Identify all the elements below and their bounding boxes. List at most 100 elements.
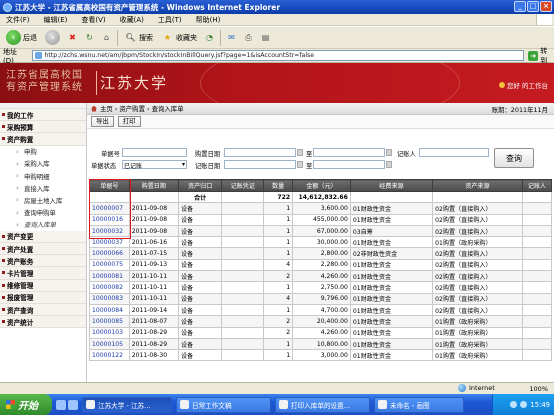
table-row[interactable]: 10000032 2011-09-08 设备 1 67,000.00 03自筹 02购置（直…: [89, 224, 552, 238]
bill-number-link[interactable]: 10000083: [89, 292, 130, 305]
volume-icon[interactable]: [520, 401, 528, 408]
mail-icon[interactable]: ✉: [225, 31, 238, 44]
record-date-to-input[interactable]: [313, 160, 385, 169]
address-input[interactable]: http://zchs.wsnu.net/am/jbpm/StockIn/sto…: [31, 50, 525, 61]
bill-number-link[interactable]: 10000085: [89, 315, 130, 328]
network-icon[interactable]: [510, 401, 518, 408]
menu-help[interactable]: 帮助(H): [196, 15, 221, 25]
menu-tools[interactable]: 工具(T): [158, 15, 182, 25]
export-button[interactable]: 导出: [91, 116, 114, 127]
favorites-button[interactable]: ★ 收藏夹: [159, 29, 199, 47]
minimize-button[interactable]: _: [514, 1, 526, 12]
bill-number-link[interactable]: 10000081: [89, 270, 130, 283]
search-button[interactable]: 🔍︎ 搜索: [122, 29, 155, 47]
back-button[interactable]: ‹ 后退: [4, 29, 39, 47]
table-row[interactable]: 10000037 2011-06-16 设备 1 30,000.00 01财政性资金 01购…: [89, 236, 552, 249]
edit-icon[interactable]: ▤: [259, 31, 272, 44]
table-row[interactable]: 10000105 2011-08-29 设备 1 10,800.00 01财政性资金 01购…: [89, 337, 552, 351]
bill-number-link[interactable]: 10000103: [89, 326, 130, 339]
bill-number-link[interactable]: 10000032: [89, 224, 130, 238]
desktop-icon[interactable]: [56, 399, 66, 410]
column-header[interactable]: 数量: [263, 179, 294, 192]
sidebar-item[interactable]: 资产变更: [0, 230, 86, 244]
home-icon[interactable]: [91, 105, 97, 112]
bill-number-link[interactable]: 10000082: [89, 281, 130, 294]
bill-number-link[interactable]: 10000084: [89, 303, 130, 317]
bill-number-link[interactable]: 10000007: [89, 202, 130, 215]
bill-number-link[interactable]: 10000075: [89, 258, 130, 272]
taskbar-item[interactable]: 打印入库单的设置...: [275, 396, 370, 413]
sidebar-item[interactable]: 资产统计: [0, 316, 86, 329]
calendar-icon[interactable]: [386, 161, 392, 168]
sidebar-item[interactable]: 报废管理: [0, 291, 86, 304]
user-greeting[interactable]: 您好 的工作台: [498, 80, 548, 90]
sidebar-item[interactable]: 查询申购单: [0, 207, 86, 219]
column-header[interactable]: 资产归口: [177, 179, 223, 192]
table-row[interactable]: 10000075 2011-09-13 设备 4 2,280.00 01财政性资金 02购置…: [89, 258, 552, 272]
zoom-level[interactable]: 100%: [529, 385, 548, 393]
menu-edit[interactable]: 编辑(E): [44, 15, 68, 25]
forward-button[interactable]: ›: [43, 29, 62, 47]
close-button[interactable]: ×: [540, 1, 552, 12]
bill-number-link[interactable]: 10000037: [89, 236, 130, 249]
bill-no-input[interactable]: [122, 148, 187, 157]
sidebar-item[interactable]: 申购: [0, 146, 86, 158]
menu-favorites[interactable]: 收藏(A): [120, 15, 144, 25]
calendar-icon[interactable]: [297, 161, 303, 168]
table-row[interactable]: 10000103 2011-08-29 设备 2 4,260.00 01财政性资金 01购置…: [89, 326, 552, 339]
sidebar-item[interactable]: 直接入库: [0, 182, 86, 194]
sidebar-item[interactable]: 资产处置: [0, 243, 86, 256]
menu-file[interactable]: 文件(F): [6, 15, 30, 25]
bill-number-link[interactable]: 10000105: [89, 337, 130, 351]
sidebar-item[interactable]: 查询入库单: [0, 219, 86, 231]
calendar-icon[interactable]: [297, 149, 303, 156]
home-icon[interactable]: ⌂: [100, 31, 113, 44]
sidebar-item[interactable]: 申购明细: [0, 170, 86, 182]
table-row[interactable]: 10000083 2011-10-11 设备 4 9,796.00 01财政性资金 02购置…: [89, 292, 552, 305]
table-row[interactable]: 10000007 2011-09-08 设备 1 3,600.00 01财政性资金 02购置…: [89, 202, 552, 215]
sidebar-item[interactable]: 资产购置: [0, 133, 86, 146]
buy-date-to-input[interactable]: [313, 148, 385, 157]
record-date-from-input[interactable]: [224, 160, 296, 169]
sidebar-item[interactable]: 维修管理: [0, 279, 86, 292]
sidebar-item[interactable]: 我的工作: [0, 109, 86, 122]
column-header[interactable]: 购置日期: [128, 179, 179, 192]
sidebar-item[interactable]: 采购预算: [0, 121, 86, 134]
table-row[interactable]: 10000081 2011-10-11 设备 2 4,260.00 01财政性资金 02购置…: [89, 270, 552, 283]
bill-number-link[interactable]: 10000016: [89, 213, 130, 226]
stop-icon[interactable]: ✖: [66, 31, 79, 44]
history-icon[interactable]: ◔: [203, 31, 216, 44]
taskbar-item[interactable]: 未命名 - 画图: [374, 396, 464, 413]
column-header[interactable]: 记账凭证: [221, 179, 265, 192]
sidebar-item[interactable]: 资产查询: [0, 304, 86, 317]
refresh-icon[interactable]: ↻: [83, 31, 96, 44]
taskbar-item[interactable]: 江苏大学 - 江苏...: [82, 396, 172, 413]
column-header[interactable]: 金额（元）: [292, 179, 351, 192]
calendar-icon[interactable]: [386, 149, 392, 156]
sidebar-item[interactable]: 房屋土地入库: [0, 194, 86, 206]
table-row[interactable]: 10000016 2011-09-08 设备 1 455,000.00 01财政性资金 02…: [89, 213, 552, 226]
sidebar-item[interactable]: 卡片管理: [0, 267, 86, 280]
table-row[interactable]: 10000084 2011-09-14 设备 1 4,700.00 01财政性资金 02购置…: [89, 303, 552, 317]
taskbar-item[interactable]: 日常工作文稿: [176, 396, 271, 413]
column-header[interactable]: 资产来源: [432, 179, 523, 192]
maximize-button[interactable]: □: [527, 1, 539, 12]
query-button[interactable]: 查询: [494, 148, 534, 168]
table-row[interactable]: 10000085 2011-08-07 设备 2 20,400.00 01财政性资金 01购…: [89, 315, 552, 328]
bill-number-link[interactable]: 10000122: [89, 349, 130, 362]
print-button[interactable]: 打印: [117, 116, 141, 127]
sidebar-item[interactable]: 采购入库: [0, 158, 86, 170]
print-icon[interactable]: ⎙: [242, 31, 255, 44]
bill-number-link[interactable]: 10000066: [89, 247, 130, 260]
bookkeeper-input[interactable]: [419, 148, 489, 157]
menu-view[interactable]: 查看(V): [81, 15, 105, 25]
column-header[interactable]: 单据号: [89, 179, 130, 192]
table-row[interactable]: 10000122 2011-08-30 设备 1 3,000.00 01财政性资金 01购置…: [89, 349, 552, 362]
buy-date-from-input[interactable]: [224, 148, 296, 157]
column-header[interactable]: 经费来源: [349, 179, 434, 192]
column-header[interactable]: 记账人: [521, 179, 552, 192]
table-row[interactable]: 10000066 2011-07-15 设备 1 2,800.00 02非财政性资金 02购…: [89, 247, 552, 260]
status-select[interactable]: 已记账: [122, 160, 187, 170]
ie-icon[interactable]: [68, 399, 78, 410]
start-button[interactable]: 开始: [0, 394, 52, 415]
